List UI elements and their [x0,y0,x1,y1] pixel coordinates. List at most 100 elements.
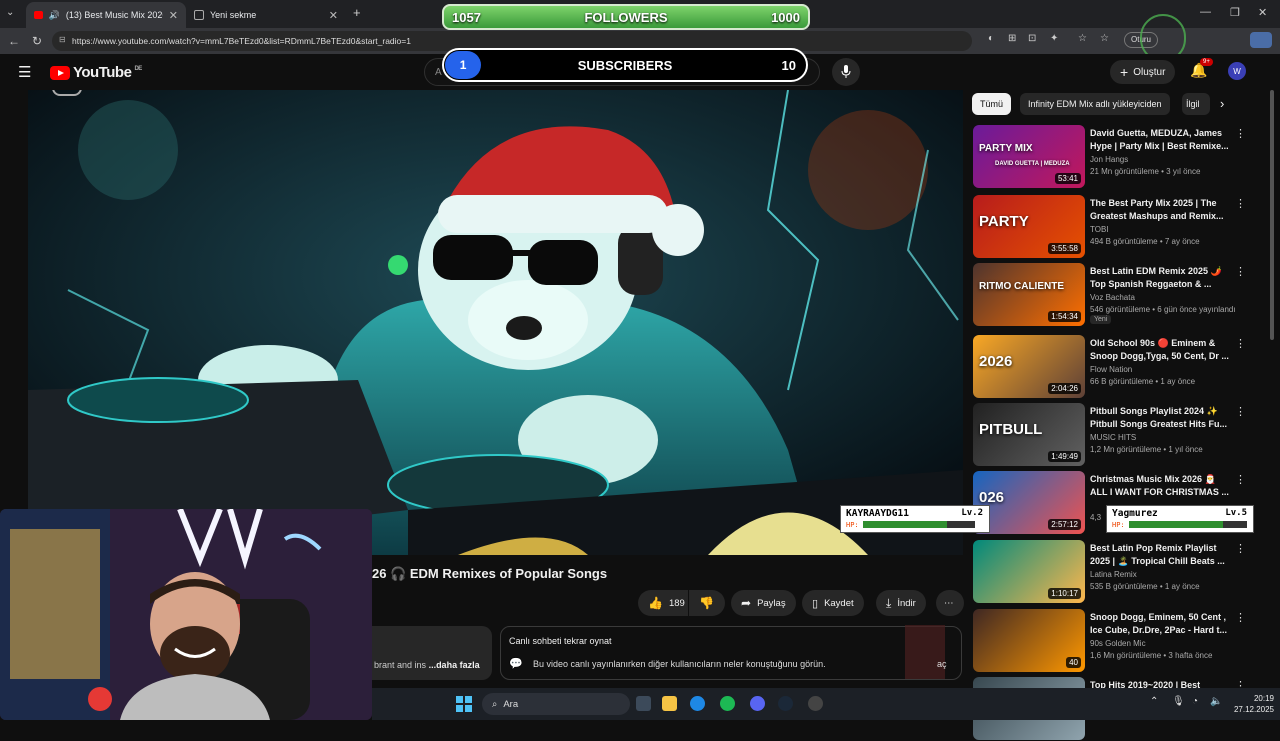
translate-icon[interactable]: ⊡ [1028,33,1036,44]
browser-menu-icon[interactable] [1250,32,1272,48]
windows-start-icon[interactable] [456,696,472,712]
minimize-icon[interactable]: — [1200,6,1211,18]
recommendation-title[interactable]: Pitbull Songs Playlist 2024 ✨ Pitbull So… [1090,405,1230,430]
video-thumbnail[interactable]: 40 [973,609,1085,672]
reload-icon[interactable]: ↻ [32,34,42,48]
youtube-logo[interactable]: YouTube DE [50,64,142,81]
recommendation-title[interactable]: The Best Party Mix 2025 | The Greatest M… [1090,197,1230,222]
more-vertical-icon[interactable]: ⋮ [1235,611,1246,624]
voice-search-button[interactable] [832,58,860,86]
chip-from-uploader[interactable]: Infinity EDM Mix adlı yükleyiciden [1020,93,1170,115]
taskbar-search[interactable]: ⌕ Ara [482,693,630,715]
hamburger-menu-icon[interactable]: ☰ [18,63,31,81]
tab-new-tab[interactable]: Yeni sekme ✕ [186,2,346,28]
tab-title: Yeni sekme [210,10,257,20]
video-thumbnail[interactable]: PARTY MIX DAVID GUETTA | MEDUZA 53:41 [973,125,1085,188]
recommendation-item[interactable]: 1:10:17 Best Latin Pop Remix Playlist 202… [973,540,1246,604]
channel-name[interactable]: Voz Bachata [1090,293,1135,302]
recommendation-title[interactable]: Christmas Music Mix 2026 🎅 ALL I WANT FO… [1090,473,1230,498]
chat-replay-box[interactable]: Canlı sohbeti tekrar oynat 💬 Bu video ca… [500,625,962,680]
volume-icon[interactable]: 🔈 [1210,696,1222,707]
more-actions-button[interactable]: ⋯ [936,590,964,616]
channel-name[interactable]: TOBI [1090,225,1109,234]
recommendation-item[interactable]: PARTY 3:55:58 The Best Party Mix 2025 | Th… [973,195,1246,259]
channel-name[interactable]: 90s Golden Mic [1090,639,1146,648]
url-text: https://www.youtube.com/watch?v=mmL7BeTE… [72,36,411,46]
spotify-icon[interactable] [720,696,735,711]
more-vertical-icon[interactable]: ⋮ [1235,542,1246,555]
more-vertical-icon[interactable]: ⋮ [1235,197,1246,210]
read-aloud-icon[interactable]: ◐ [988,33,994,44]
recommendation-title[interactable]: Old School 90s 🔴 Eminem & Snoop Dogg,Tyg… [1090,337,1230,362]
system-clock[interactable]: 20:19 27.12.2025 [1234,693,1274,715]
video-thumbnail[interactable]: PARTY 3:55:58 [973,195,1085,258]
tray-chevron-icon[interactable]: ⌃ [1150,696,1158,707]
maximize-icon[interactable]: ❐ [1230,6,1240,19]
scrollbar-thumb[interactable] [1270,90,1274,340]
recommendation-title[interactable]: Snoop Dogg, Eminem, 50 Cent , Ice Cube, … [1090,611,1230,636]
recommendation-item[interactable]: PARTY MIX DAVID GUETTA | MEDUZA 53:41 David… [973,125,1246,189]
create-button[interactable]: + Oluştur [1110,60,1176,84]
channel-name[interactable]: Jon Hangs [1090,155,1128,164]
close-tab-icon[interactable]: ✕ [169,9,178,22]
back-icon[interactable]: ← [8,34,20,48]
search-input[interactable]: A [435,67,442,78]
file-explorer-icon[interactable] [662,696,677,711]
followers-current: 1057 [452,9,481,25]
close-tab-icon[interactable]: ✕ [329,9,338,22]
steam-icon[interactable] [778,696,793,711]
favorites-icon[interactable]: ☆ [1078,33,1087,44]
more-vertical-icon[interactable]: ⋮ [1235,337,1246,350]
microphone-tray-icon[interactable]: 🎙 [1172,696,1185,707]
video-thumbnail[interactable]: 1:10:17 [973,540,1085,603]
youtube-play-icon [50,65,70,80]
speaker-icon[interactable]: 🔊 [49,10,60,21]
video-thumbnail[interactable]: 2026 2:04:26 [973,335,1085,398]
site-info-icon[interactable]: ⊟ [59,35,66,44]
recommendation-item[interactable]: 40 Snoop Dogg, Eminem, 50 Cent , Ice Cube… [973,609,1246,673]
account-avatar[interactable]: W [1228,62,1246,80]
tab-youtube[interactable]: 🔊 (13) Best Music Mix 2026 🎧 E ✕ [26,2,186,28]
viewer-hp-tag: KAYRAAYDG11 Lv.2 HP: [840,505,990,533]
more-vertical-icon[interactable]: ⋮ [1235,265,1246,278]
collections-icon[interactable]: ☆ [1100,33,1109,44]
video-thumbnail[interactable]: RITMO CALIENTE 1:54:34 [973,263,1085,326]
more-vertical-icon[interactable]: ⋮ [1235,405,1246,418]
recommendation-title[interactable]: David Guetta, MEDUZA, James Hype | Party… [1090,127,1230,152]
recommendation-item[interactable]: 2026 2:04:26 Old School 90s 🔴 Eminem & Sno… [973,335,1246,399]
like-button[interactable]: 👍 189 [638,590,688,616]
discord-icon[interactable] [750,696,765,711]
chat-open-button[interactable]: aç [937,659,947,669]
more-vertical-icon[interactable]: ⋮ [1235,127,1246,140]
obs-icon[interactable] [808,696,823,711]
recommendation-title[interactable]: Best Latin EDM Remix 2025 🌶️ Top Spanish… [1090,265,1230,290]
recommendation-item[interactable]: PITBULL 1:49:49 Pitbull Songs Playlist 202… [973,403,1246,467]
download-button[interactable]: ⤓ İndir [876,590,926,616]
video-meta: 535 B görüntüleme • 1 ay önce [1090,582,1200,591]
chip-related[interactable]: İlgil [1182,93,1210,115]
recommendation-item[interactable]: RITMO CALIENTE 1:54:34 Best Latin EDM Remi… [973,263,1246,327]
split-screen-icon[interactable]: ⊞ [1008,33,1016,44]
save-button[interactable]: ▯ Kaydet [802,590,864,616]
tab-list-icon[interactable]: ⌄ [6,7,14,18]
video-player[interactable] [28,90,963,555]
description-box[interactable]: brant and ins ...daha fazla [372,626,492,680]
chip-all[interactable]: Tümü [972,93,1012,115]
video-thumbnail[interactable]: PITBULL 1:49:49 [973,403,1085,466]
new-tab-plus-icon[interactable]: + [353,5,361,20]
recommendation-title[interactable]: Best Latin Pop Remix Playlist 2025 | 🏝️ … [1090,542,1230,567]
dislike-button[interactable]: 👎 [689,590,725,616]
share-button[interactable]: ➦ Paylaş [731,590,796,616]
channel-name[interactable]: MUSIC HITS [1090,433,1136,442]
chevron-right-icon[interactable]: › [1220,96,1224,111]
channel-name[interactable]: Flow Nation [1090,365,1132,374]
more-vertical-icon[interactable]: ⋮ [1235,473,1246,486]
edge-browser-icon[interactable] [690,696,705,711]
channel-name[interactable]: Latina Remix [1090,570,1137,579]
description-more-link[interactable]: ...daha fazla [429,660,480,670]
wifi-icon[interactable]: ◔ [1192,696,1198,707]
scrollbar[interactable] [1268,90,1276,690]
task-view-icon[interactable] [636,696,651,711]
close-window-icon[interactable]: ✕ [1258,6,1267,19]
extensions-icon[interactable]: ✦ [1050,33,1058,44]
